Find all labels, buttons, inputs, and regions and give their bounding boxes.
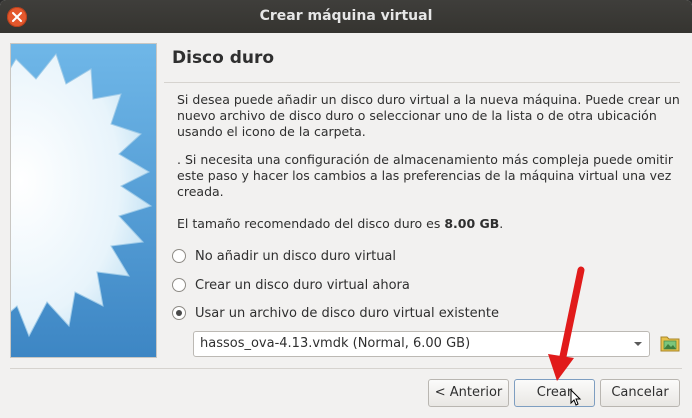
disk-file-value: hassos_ova-4.13.vmdk (Normal, 6.00 GB) xyxy=(200,336,471,351)
option-label: Usar un archivo de disco duro virtual ex… xyxy=(195,305,500,321)
cancel-button[interactable]: Cancelar xyxy=(600,379,680,407)
footer-divider xyxy=(10,368,682,369)
header-divider xyxy=(164,82,680,83)
option-use-existing-disk[interactable]: Usar un archivo de disco duro virtual ex… xyxy=(172,302,499,324)
option-create-disk[interactable]: Crear un disco duro virtual ahora xyxy=(172,274,410,296)
starburst-illustration xyxy=(0,44,156,357)
advanced-note-text: . Si necesita una configuración de almac… xyxy=(177,152,674,199)
create-button[interactable]: Crear xyxy=(514,379,595,407)
radio-button-selected[interactable] xyxy=(172,306,186,320)
page-title: Disco duro xyxy=(172,48,275,68)
dialog-content: Disco duro Si desea puede añadir un disc… xyxy=(0,33,692,418)
window-title: Crear máquina virtual xyxy=(259,8,433,24)
chevron-down-icon[interactable] xyxy=(633,341,643,347)
option-label: No añadir un disco duro virtual xyxy=(195,248,397,264)
intro-text: Si desea puede añadir un disco duro virt… xyxy=(177,92,680,139)
option-label: Crear un disco duro virtual ahora xyxy=(195,277,410,293)
folder-image-icon[interactable] xyxy=(660,333,680,353)
recommended-size-value: 8.00 GB xyxy=(444,216,500,231)
recommended-size-prefix: El tamaño recomendado del disco duro es xyxy=(177,216,445,231)
option-no-disk[interactable]: No añadir un disco duro virtual xyxy=(172,245,396,267)
dialog-window: Crear máquina virtual Disco duro Si dese… xyxy=(0,0,692,418)
radio-button[interactable] xyxy=(172,249,186,263)
title-bar: Crear máquina virtual xyxy=(0,0,692,34)
mouse-cursor-icon xyxy=(570,389,582,406)
side-illustration xyxy=(0,44,156,357)
back-button[interactable]: < Anterior xyxy=(428,379,509,407)
recommended-size-suffix: . xyxy=(499,216,504,231)
disk-file-select[interactable]: hassos_ova-4.13.vmdk (Normal, 6.00 GB) xyxy=(193,331,650,357)
recommended-size-text: El tamaño recomendado del disco duro es … xyxy=(177,216,682,232)
radio-button[interactable] xyxy=(172,278,186,292)
